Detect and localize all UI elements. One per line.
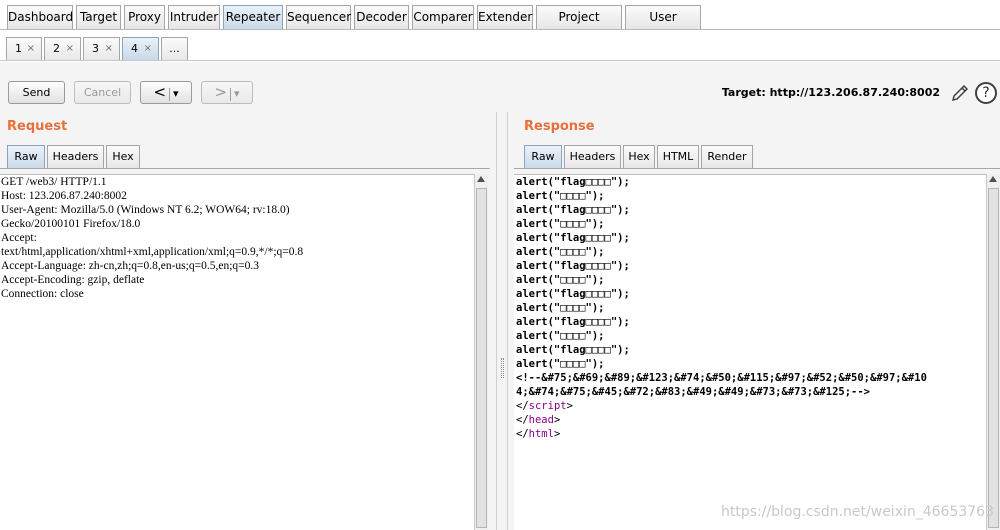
response-tab-hex[interactable]: Hex (623, 145, 655, 169)
response-line: alert("□□□□"); (516, 330, 605, 342)
response-panel: Response Raw Headers Hex HTML Render ale… (508, 112, 1000, 530)
request-line: Connection: close (1, 288, 84, 300)
response-line: alert("flag□□□□"); (516, 288, 630, 300)
response-line: <!--&#75;&#69;&#89;&#123;&#74;&#50;&#115… (516, 372, 927, 384)
tab-comparer[interactable]: Comparer (412, 5, 474, 29)
repeater-tab-2[interactable]: 2 × (44, 37, 81, 60)
response-tab-render[interactable]: Render (701, 145, 753, 169)
request-tab-raw[interactable]: Raw (7, 145, 45, 169)
request-scrollbar[interactable] (474, 174, 488, 530)
response-title: Response (524, 119, 595, 134)
request-tab-headers[interactable]: Headers (47, 145, 104, 169)
forward-button[interactable]: > ▾ (201, 81, 253, 104)
repeater-tab-label: 1 (15, 42, 22, 55)
response-line: alert("□□□□"); (516, 302, 605, 314)
request-line: Host: 123.206.87.240:8002 (1, 190, 127, 202)
repeater-tab-4[interactable]: 4 × (122, 37, 159, 60)
request-tab-hex[interactable]: Hex (106, 145, 140, 169)
repeater-tab-1[interactable]: 1 × (6, 37, 42, 60)
target-label: Target: http://123.206.87.240:8002 (721, 86, 940, 99)
request-line: Accept-Language: zh-cn,zh;q=0.8,en-us;q=… (1, 260, 259, 272)
pencil-icon[interactable] (949, 82, 971, 104)
tab-underline (0, 168, 490, 169)
chevron-down-icon[interactable]: ▾ (234, 87, 240, 100)
repeater-tab-3[interactable]: 3 × (83, 37, 120, 60)
close-icon[interactable]: × (27, 38, 35, 59)
response-line: alert("flag□□□□"); (516, 232, 630, 244)
closing-tag-line: </head> (516, 414, 561, 426)
tab-proxy[interactable]: Proxy (124, 5, 165, 29)
response-line: alert("flag□□□□"); (516, 204, 630, 216)
response-line: alert("□□□□"); (516, 274, 605, 286)
main-tab-bar: Dashboard Target Proxy Intruder Repeater… (0, 0, 1000, 46)
help-icon[interactable]: ? (975, 82, 997, 104)
tab-user-options[interactable]: User options (625, 5, 701, 46)
back-button[interactable]: < ▾ (140, 81, 192, 104)
cancel-button[interactable]: Cancel (74, 81, 131, 104)
request-line: Accept-Encoding: gzip, deflate (1, 274, 145, 286)
response-line: alert("flag□□□□"); (516, 176, 630, 188)
forward-arrow-icon: > (214, 83, 228, 101)
tab-project-options[interactable]: Project options (536, 5, 622, 46)
repeater-tab-label: 2 (53, 42, 60, 55)
scroll-up-arrow-icon[interactable] (989, 176, 997, 182)
response-tab-raw[interactable]: Raw (524, 145, 562, 169)
scrollbar-thumb[interactable] (988, 188, 999, 528)
closing-tag-line: </html> (516, 428, 561, 440)
response-line: alert("flag□□□□"); (516, 316, 630, 328)
repeater-tab-label: 4 (131, 42, 138, 55)
request-editor[interactable]: GET /web3/ HTTP/1.1 Host: 123.206.87.240… (0, 174, 474, 530)
tab-extender[interactable]: Extender (477, 5, 533, 29)
response-line: alert("□□□□"); (516, 358, 605, 370)
watermark: https://blog.csdn.net/weixin_46653763 (720, 504, 994, 520)
scrollbar-thumb[interactable] (476, 188, 487, 528)
tab-sequencer[interactable]: Sequencer (286, 5, 351, 29)
divider-grip-icon[interactable] (501, 358, 504, 378)
response-tab-html[interactable]: HTML (657, 145, 699, 169)
response-line: alert("flag□□□□"); (516, 260, 630, 272)
separator (169, 87, 171, 101)
scroll-up-arrow-icon[interactable] (477, 176, 485, 182)
request-title: Request (7, 119, 68, 134)
response-line: alert("flag□□□□"); (516, 344, 630, 356)
response-tab-headers[interactable]: Headers (564, 145, 621, 169)
back-arrow-icon: < (153, 83, 167, 101)
tab-decoder[interactable]: Decoder (354, 5, 409, 29)
tab-repeater[interactable]: Repeater (223, 5, 283, 29)
close-icon[interactable]: × (144, 38, 152, 59)
close-icon[interactable]: × (105, 38, 113, 59)
response-line: 4;&#74;&#75;&#45;&#72;&#83;&#49;&#49;&#7… (516, 386, 871, 398)
repeater-tab-new[interactable]: ... (161, 37, 188, 60)
close-icon[interactable]: × (66, 38, 74, 59)
request-panel: Request Raw Headers Hex GET /web3/ HTTP/… (0, 112, 496, 530)
send-button[interactable]: Send (8, 81, 65, 104)
chevron-down-icon[interactable]: ▾ (173, 87, 179, 100)
response-scrollbar[interactable] (986, 174, 1000, 530)
response-editor[interactable]: alert("flag□□□□"); alert("□□□□"); alert(… (514, 174, 986, 530)
request-line: User-Agent: Mozilla/5.0 (Windows NT 6.2;… (1, 204, 290, 216)
request-line: text/html,application/xhtml+xml,applicat… (1, 246, 304, 258)
tab-target[interactable]: Target (76, 5, 121, 29)
response-line: alert("□□□□"); (516, 246, 605, 258)
request-line: GET /web3/ HTTP/1.1 (1, 176, 107, 188)
tab-intruder[interactable]: Intruder (168, 5, 220, 29)
tab-underline (514, 168, 1000, 169)
separator (230, 87, 232, 101)
repeater-toolbar: Send Cancel < ▾ > ▾ Target: http://123.206… (0, 62, 1000, 112)
response-line: alert("□□□□"); (516, 190, 605, 202)
closing-tag-line: </script> (516, 400, 573, 412)
split-divider[interactable] (496, 112, 508, 530)
response-line: alert("□□□□"); (516, 218, 605, 230)
tab-dashboard[interactable]: Dashboard (7, 5, 73, 29)
repeater-tab-label: 3 (92, 42, 99, 55)
request-line: Accept: (1, 232, 37, 244)
request-line: Gecko/20100101 Firefox/18.0 (1, 218, 141, 230)
repeater-tab-bar: 1 × 2 × 3 × 4 × ... (0, 30, 1000, 61)
